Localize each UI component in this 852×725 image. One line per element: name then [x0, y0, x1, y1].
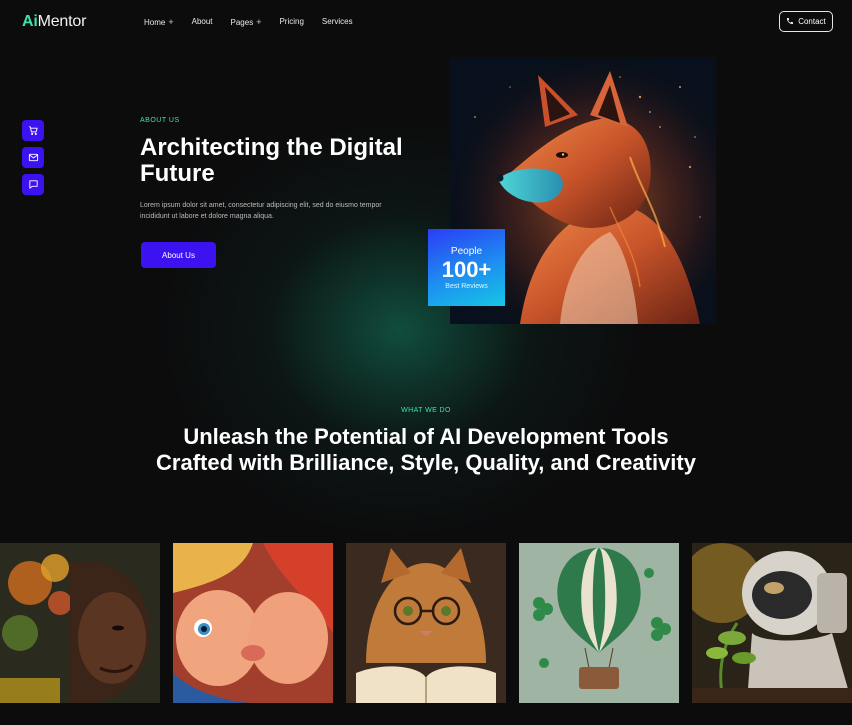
- chat-icon[interactable]: [22, 174, 44, 195]
- landing-page: AiMentor Home + About Pages + Pricing Serv…: [0, 0, 852, 725]
- nav-item-home[interactable]: Home +: [144, 17, 174, 27]
- plus-icon: +: [256, 17, 262, 27]
- stat-label: People: [450, 245, 483, 257]
- nav-item-label: Pricing: [279, 17, 304, 26]
- phone-icon: [786, 17, 794, 27]
- section-eyebrow: WHAT WE DO: [401, 407, 451, 414]
- woman-with-flowers-image[interactable]: [0, 543, 160, 703]
- hero-description: Lorem ipsum dolor sit amet, consectetur …: [140, 202, 382, 220]
- plus-icon: +: [168, 17, 174, 27]
- nav-item-label: Pages: [230, 18, 254, 27]
- hero-eyebrow: ABOUT US: [140, 117, 180, 124]
- mail-icon[interactable]: [22, 147, 44, 168]
- logo[interactable]: AiMentor: [22, 13, 86, 31]
- reviews-stat-card: People 100+ Best Reviews: [428, 229, 505, 306]
- contact-button[interactable]: Contact: [779, 11, 833, 32]
- side-toolbar: [22, 120, 44, 195]
- nav-item-label: About: [191, 17, 213, 26]
- astronaut-plant-image[interactable]: [692, 543, 852, 703]
- cat-reading-book-image[interactable]: [346, 543, 506, 703]
- nav-item-pages[interactable]: Pages +: [231, 17, 262, 27]
- cart-icon[interactable]: [22, 120, 44, 141]
- nav-item-about[interactable]: About: [192, 17, 213, 27]
- logo-suffix: Mentor: [37, 13, 87, 30]
- nav-item-label: Services: [321, 17, 353, 26]
- hot-air-balloon-clover-image[interactable]: [519, 543, 679, 703]
- cartoon-children-kiss-image[interactable]: [173, 543, 333, 703]
- logo-prefix: Ai: [22, 13, 38, 30]
- hero-title: Architecting the Digital Future: [140, 134, 403, 187]
- section-title: Unleash the Potential of AI Development …: [156, 424, 696, 475]
- stat-sublabel: Best Reviews: [445, 282, 488, 290]
- nav-item-label: Home: [144, 18, 166, 27]
- main-nav: Home + About Pages + Pricing Services: [144, 17, 371, 27]
- image-gallery: [0, 543, 852, 703]
- about-us-button[interactable]: About Us: [141, 242, 216, 268]
- nav-item-services[interactable]: Services: [322, 17, 353, 27]
- contact-label: Contact: [798, 17, 826, 26]
- stat-value: 100+: [441, 256, 492, 282]
- nav-item-pricing[interactable]: Pricing: [279, 17, 303, 27]
